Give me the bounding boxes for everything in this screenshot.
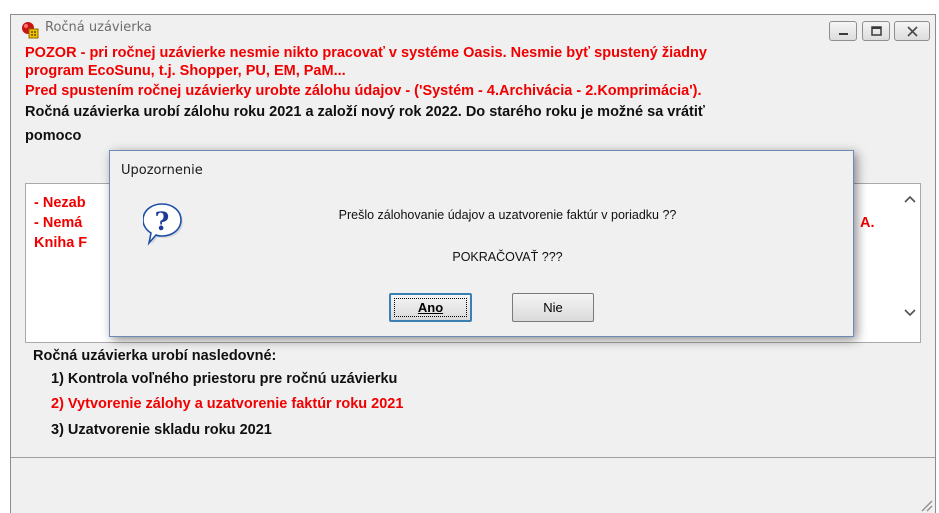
window-title: Ročná uzávierka: [45, 20, 152, 35]
note-item-3: Kniha F: [34, 235, 88, 251]
info-middle: a založí nový rok: [305, 104, 422, 120]
dialog-prompt: POKRAČOVAŤ ???: [452, 250, 563, 264]
note-item-1: - Nezab: [34, 195, 86, 211]
steps-heading: Ročná uzávierka urobí nasledovné:: [33, 348, 277, 364]
yes-button[interactable]: Ano: [389, 293, 472, 322]
step-3-text: 3) Uzatvorenie skladu roku: [51, 422, 236, 438]
minimize-button[interactable]: [829, 21, 857, 41]
scroll-up-arrow-icon[interactable]: [904, 194, 916, 204]
focus-rectangle: [394, 298, 467, 317]
note-item-2: - Nemá: [34, 215, 83, 231]
warning-line-2: program EcoSunu, t.j. Shopper, PU, EM, P…: [25, 63, 346, 79]
step-3-year: 2021: [239, 422, 272, 438]
maximize-icon: [871, 26, 882, 36]
minimize-icon: [839, 33, 848, 35]
step-2: 2) Vytvorenie zálohy a uzatvorenie faktú…: [51, 396, 403, 412]
info-old-year: 2021: [269, 104, 302, 120]
dialog-message: Prešlo zálohovanie údajov a uzatvorenie …: [338, 208, 677, 222]
info-line: Ročná uzávierka urobí zálohu roku 2021 a…: [25, 104, 705, 120]
maximize-button[interactable]: [862, 21, 890, 41]
info-suffix: . Do starého roku je možné sa vrátiť: [457, 104, 705, 120]
note-item-2-tail: A.: [860, 215, 875, 231]
info-prefix: Ročná uzávierka urobí zálohu roku: [25, 104, 266, 120]
close-icon: [907, 26, 918, 37]
app-icon: [22, 22, 39, 39]
step-1: 1) Kontrola voľného priestoru pre ročnú …: [51, 371, 398, 387]
dialog-title-bar[interactable]: Upozornenie: [110, 151, 853, 187]
close-button[interactable]: [894, 21, 930, 41]
step-2-text: 2) Vytvorenie zálohy a uzatvorenie faktú…: [51, 396, 368, 412]
step-3: 3) Uzatvorenie skladu roku 2021: [51, 422, 272, 438]
resize-grip-icon[interactable]: [919, 498, 933, 512]
status-bar: [11, 457, 935, 513]
info-line-2: pomoco: [25, 128, 82, 144]
info-new-year: 2022: [425, 104, 458, 120]
warning-line-1: POZOR - pri ročnej uzávierke nesmie nikt…: [25, 45, 707, 61]
no-button[interactable]: Nie: [512, 293, 594, 322]
scroll-down-arrow-icon[interactable]: [904, 308, 916, 318]
dialog-title: Upozornenie: [121, 163, 203, 178]
warning-line-3: Pred spustením ročnej uzávierky urobte z…: [25, 83, 702, 99]
confirm-dialog: Upozornenie ? Prešlo zálohovanie údajov …: [109, 150, 854, 337]
no-button-label: Nie: [543, 300, 563, 315]
main-title-bar[interactable]: Ročná uzávierka: [11, 15, 935, 43]
step-2-year: 2021: [371, 396, 404, 412]
